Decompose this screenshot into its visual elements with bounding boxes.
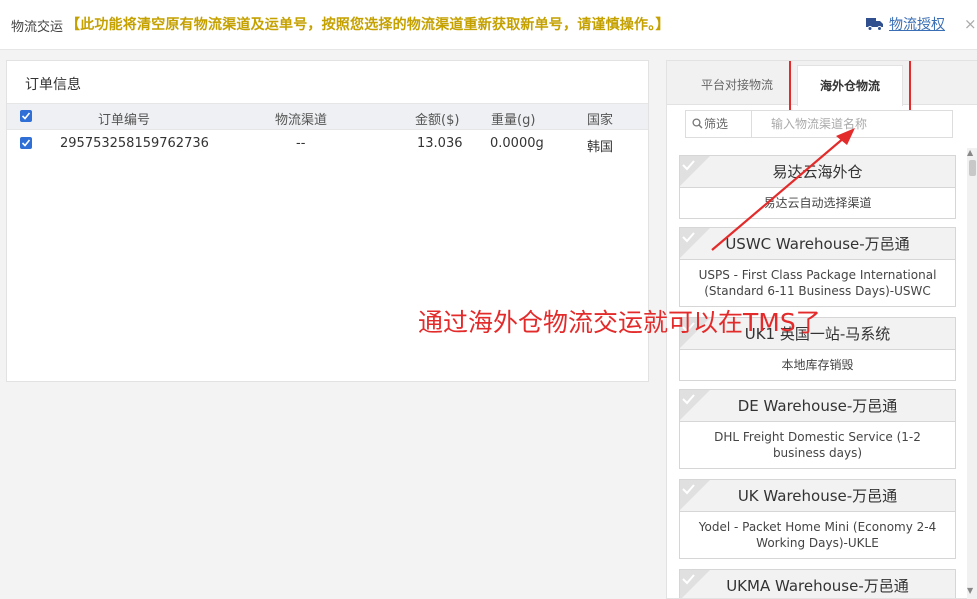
warning-notice: 【此功能将清空原有物流渠道及运单号，按照您选择的物流渠道重新获取新单号，请谨慎操… bbox=[66, 17, 670, 33]
logistics-tabs: 平台对接物流 海外仓物流 bbox=[667, 61, 977, 119]
column-header-order-no: 订单编号 bbox=[98, 113, 151, 128]
logistics-auth-label: 物流授权 bbox=[889, 17, 945, 33]
scroll-thumb[interactable] bbox=[969, 160, 976, 176]
channel-card[interactable]: USWC Warehouse-万邑通 USPS - First Class Pa… bbox=[679, 227, 956, 307]
channel-search-input[interactable] bbox=[753, 111, 952, 137]
column-header-country: 国家 bbox=[587, 113, 614, 128]
dialog-title: 物流交运 bbox=[11, 20, 64, 35]
service-name: 易达云自动选择渠道 bbox=[763, 196, 872, 210]
column-header-amount: 金额($) bbox=[415, 113, 460, 128]
column-header-weight: 重量(g) bbox=[491, 113, 536, 128]
tab-platform-logistics[interactable]: 平台对接物流 bbox=[701, 76, 773, 93]
order-info-title: 订单信息 bbox=[25, 77, 81, 93]
service-name: USPS - First Class Package International… bbox=[698, 268, 937, 298]
order-number: 295753258159762736 bbox=[60, 136, 209, 151]
check-corner-icon bbox=[680, 570, 710, 598]
channel-card[interactable]: DE Warehouse-万邑通 DHL Freight Domestic Se… bbox=[679, 389, 956, 469]
logistics-channel: -- bbox=[296, 136, 306, 151]
service-name: DHL Freight Domestic Service (1-2 busine… bbox=[714, 430, 921, 460]
channel-list-scrollbar[interactable]: ▲ ▼ bbox=[967, 148, 977, 599]
channel-card[interactable]: 易达云海外仓 易达云自动选择渠道 bbox=[679, 155, 956, 219]
check-corner-icon bbox=[680, 390, 710, 420]
filter-button-label: 筛选 bbox=[704, 117, 729, 131]
table-header: 订单编号 物流渠道 金额($) 重量(g) 国家 bbox=[7, 103, 648, 130]
warehouse-name: UK Warehouse-万邑通 bbox=[737, 487, 898, 505]
close-icon[interactable]: × bbox=[964, 15, 977, 33]
service-name: 本地库存销毁 bbox=[781, 358, 854, 372]
select-all-checkbox[interactable] bbox=[20, 110, 32, 122]
warehouse-name: 易达云海外仓 bbox=[772, 163, 863, 181]
check-corner-icon bbox=[680, 480, 710, 510]
filter-button[interactable]: 筛选 bbox=[686, 111, 752, 137]
channel-card[interactable]: UK Warehouse-万邑通 Yodel - Packet Home Min… bbox=[679, 479, 956, 559]
warehouse-name: DE Warehouse-万邑通 bbox=[737, 397, 898, 415]
warehouse-name: USWC Warehouse-万邑通 bbox=[725, 235, 910, 253]
order-amount: 13.036 bbox=[417, 136, 463, 151]
channel-card[interactable]: UKMA Warehouse-万邑通 bbox=[679, 569, 956, 598]
column-header-channel: 物流渠道 bbox=[275, 113, 328, 128]
channel-filter: 筛选 bbox=[685, 110, 953, 138]
search-icon bbox=[692, 118, 703, 129]
logistics-auth-link[interactable]: 物流授权 bbox=[866, 14, 945, 34]
scroll-down-icon[interactable]: ▼ bbox=[967, 586, 973, 595]
order-weight: 0.0000g bbox=[490, 136, 544, 151]
warehouse-name: UKMA Warehouse-万邑通 bbox=[726, 577, 909, 595]
logistics-dispatch-dialog: 物流交运 【此功能将清空原有物流渠道及运单号，按照您选择的物流渠道重新获取新单号… bbox=[0, 0, 977, 599]
service-name: Yodel - Packet Home Mini (Economy 2-4 Wo… bbox=[698, 520, 937, 550]
order-country: 韩国 bbox=[587, 140, 614, 155]
scroll-up-icon[interactable]: ▲ bbox=[967, 148, 973, 157]
annotation-text: 通过海外仓物流交运就可以在TMS了 bbox=[418, 308, 821, 337]
dialog-header: 物流交运 【此功能将清空原有物流渠道及运单号，按照您选择的物流渠道重新获取新单号… bbox=[0, 0, 977, 50]
check-corner-icon bbox=[680, 228, 710, 258]
row-checkbox[interactable] bbox=[20, 137, 32, 149]
table-row[interactable]: 295753258159762736 -- 13.036 0.0000g 韩国 bbox=[7, 131, 648, 157]
truck-icon bbox=[866, 18, 883, 31]
check-corner-icon bbox=[680, 156, 710, 186]
